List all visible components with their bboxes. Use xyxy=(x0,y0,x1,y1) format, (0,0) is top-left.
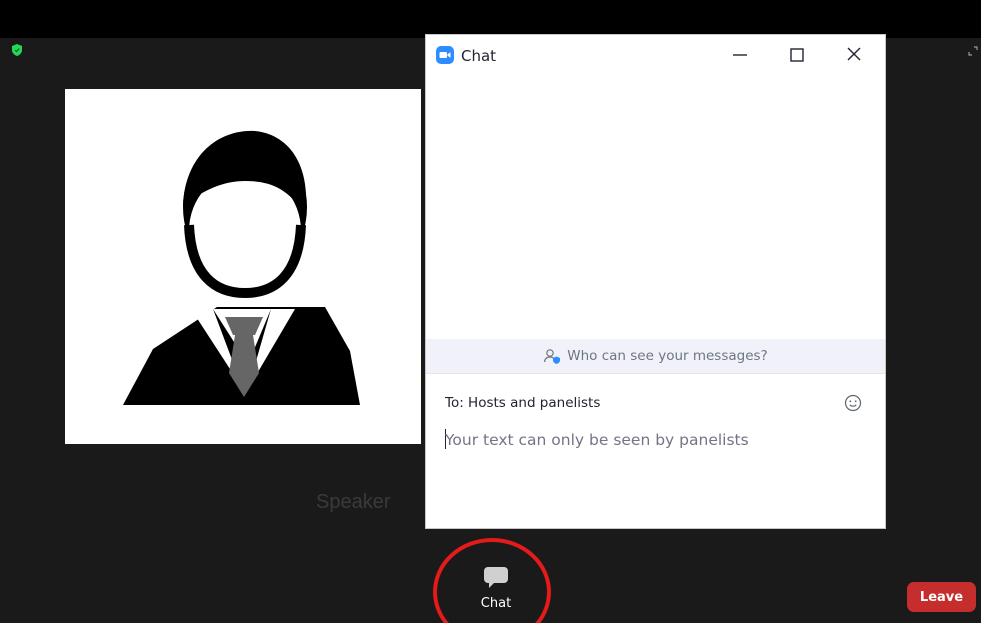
divider xyxy=(426,373,885,374)
chat-toolbar-button[interactable]: Chat xyxy=(468,562,524,614)
zoom-logo-icon xyxy=(436,46,454,64)
speaker-video-tile xyxy=(65,89,421,444)
emoji-icon xyxy=(844,394,862,412)
maximize-icon xyxy=(790,48,804,62)
emoji-button[interactable] xyxy=(843,393,863,413)
user-visibility-icon xyxy=(544,349,561,364)
minimize-icon xyxy=(733,54,747,56)
top-bar xyxy=(0,0,981,38)
chat-window-title: Chat xyxy=(461,47,497,65)
chat-window: Chat Who can see your messages? To: Host… xyxy=(425,34,886,529)
close-button[interactable] xyxy=(837,41,871,69)
chat-toolbar-label: Chat xyxy=(480,596,512,611)
message-visibility-notice[interactable]: Who can see your messages? xyxy=(426,339,885,373)
close-icon xyxy=(847,47,861,61)
visibility-notice-text: Who can see your messages? xyxy=(567,348,768,364)
leave-button[interactable]: Leave xyxy=(907,582,976,612)
fullscreen-icon[interactable] xyxy=(968,46,978,56)
speaker-name-label: Speaker xyxy=(316,491,391,513)
chat-titlebar[interactable]: Chat xyxy=(426,35,885,75)
avatar-icon xyxy=(123,130,360,405)
shield-icon[interactable] xyxy=(12,44,22,56)
minimize-button[interactable] xyxy=(723,41,757,69)
recipient-selector[interactable]: To: Hosts and panelists xyxy=(445,395,600,411)
chat-bubble-icon xyxy=(484,567,508,588)
maximize-button[interactable] xyxy=(780,41,814,69)
chat-message-input[interactable] xyxy=(445,425,865,455)
